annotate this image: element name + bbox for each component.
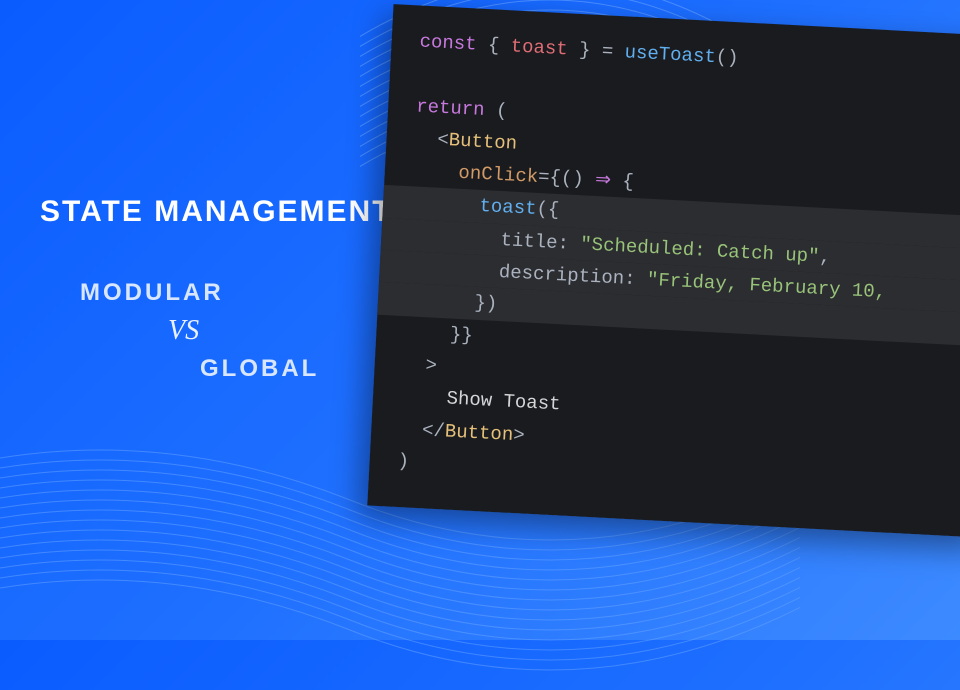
vs-label: VS: [168, 315, 393, 347]
button-text-showtoast: Show Toast: [446, 388, 561, 416]
fn-usetoast: useToast: [624, 41, 716, 68]
var-toast: toast: [510, 35, 568, 60]
jsx-button-tag: Button: [448, 129, 517, 155]
code-editor-panel: const { toast } = useToast() return ( <B…: [367, 4, 960, 538]
global-label: GLOBAL: [200, 355, 393, 383]
arrow-fn-icon: ⇒: [595, 169, 612, 192]
headline-block: STATE MANAGEMENT MODULAR VS GLOBAL: [40, 195, 393, 383]
code-block: const { toast } = useToast() return ( <B…: [367, 4, 960, 538]
fn-toast-call: toast: [479, 195, 537, 220]
attr-onclick: onClick: [458, 162, 539, 188]
main-heading: STATE MANAGEMENT: [40, 195, 393, 229]
keyword-const: const: [419, 31, 477, 56]
modular-label: MODULAR: [80, 279, 393, 307]
keyword-return: return: [416, 95, 485, 121]
